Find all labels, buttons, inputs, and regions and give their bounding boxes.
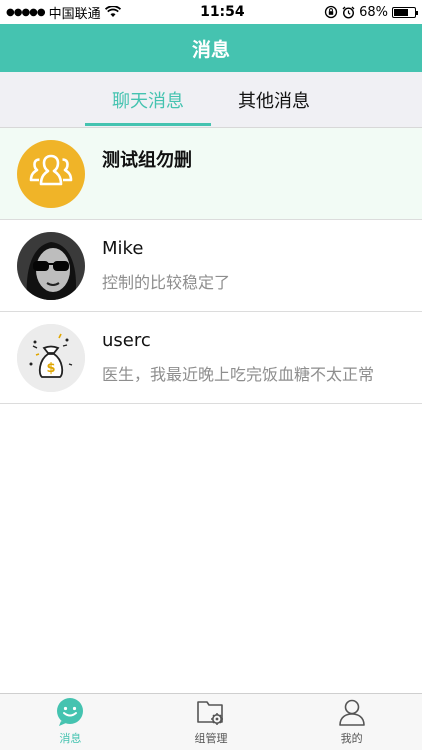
conversation-item-mike[interactable]: Mike 控制的比较稳定了 (0, 220, 422, 312)
conversation-text: 测试组勿删 (102, 128, 422, 172)
conversation-text: Mike 控制的比较稳定了 (102, 238, 422, 293)
money-bag-avatar: $ (17, 323, 85, 392)
conversation-name: Mike (102, 238, 144, 259)
battery-percent: 68% (359, 4, 388, 20)
conversation-name: userc (102, 330, 151, 351)
conversation-text: userc 医生，我最近晚上吃完饭血糖不太正常 (102, 330, 422, 385)
group-icon (17, 139, 85, 208)
status-bar: ●●●●● 中国联通 11:54 68% (0, 0, 422, 24)
carrier-label: 中国联通 (48, 6, 101, 22)
conversation-name: 测试组勿删 (102, 150, 192, 171)
alarm-icon (342, 6, 355, 19)
conversation-list: 测试组勿删 Mike 控制的比较稳定了 $ userc 医生，我最近晚上吃完饭血… (0, 128, 422, 404)
tabbar-label: 消息 (59, 732, 82, 745)
orientation-lock-icon (324, 5, 338, 19)
conversation-item-group[interactable]: 测试组勿删 (0, 128, 422, 220)
folder-gear-icon (197, 701, 223, 725)
status-left: ●●●●● 中国联通 (6, 3, 121, 22)
conversation-preview: 控制的比较稳定了 (102, 273, 231, 292)
status-right: 68% (324, 4, 418, 20)
tab-other-messages[interactable]: 其他消息 (211, 72, 337, 127)
page-title: 消息 (191, 38, 230, 61)
chat-bubble-icon (57, 698, 84, 726)
tabbar-item-group-management[interactable]: 组管理 (141, 694, 282, 750)
message-tabs: 聊天消息 其他消息 (0, 72, 422, 128)
tab-chat-messages[interactable]: 聊天消息 (85, 72, 211, 127)
bottom-tab-bar: 消息 组管理 我的 (0, 693, 422, 750)
user-icon (338, 699, 365, 726)
status-time: 11:54 (200, 4, 245, 20)
conversation-preview: 医生，我最近晚上吃完饭血糖不太正常 (102, 365, 375, 384)
tabbar-item-mine[interactable]: 我的 (281, 694, 422, 750)
tabbar-label: 组管理 (194, 732, 228, 745)
svg-text:$: $ (46, 361, 55, 376)
wifi-icon (104, 6, 121, 17)
battery-fill (393, 8, 408, 16)
tabbar-item-messages[interactable]: 消息 (0, 694, 141, 750)
tabbar-label: 我的 (340, 732, 363, 745)
signal-dots-icon: ●●●●● (6, 6, 46, 18)
person-sunglasses-avatar (17, 231, 85, 300)
conversation-item-userc[interactable]: $ userc 医生，我最近晚上吃完饭血糖不太正常 (0, 312, 422, 404)
battery-icon (391, 6, 418, 18)
nav-bar: 消息 (0, 24, 422, 72)
